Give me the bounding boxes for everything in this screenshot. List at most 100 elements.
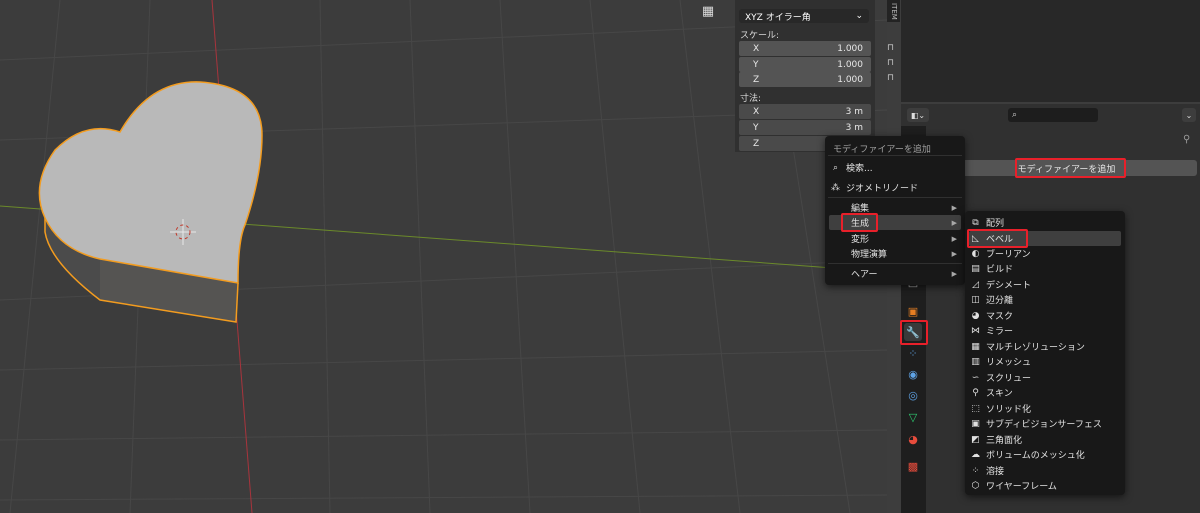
search-icon: ⌕ (832, 162, 839, 173)
menu-item-solidify[interactable]: ⬚ ソリッド化 (969, 401, 1121, 416)
particles-icon[interactable]: ⁘ (904, 344, 922, 362)
submenu-arrow-icon: ▶ (951, 218, 957, 227)
lock-icon[interactable]: ⊓ (887, 58, 899, 68)
menu-item-edge-split[interactable]: ◫ 辺分離 (969, 292, 1121, 307)
menu-item-label: 物理演算 (851, 250, 888, 260)
menu-item-label: 辺分離 (986, 296, 1014, 306)
menu-separator (828, 155, 962, 156)
menu-item-skin[interactable]: ⚲ スキン (969, 385, 1121, 400)
menu-item-label: ワイヤーフレーム (986, 482, 1057, 492)
dimension-y-field[interactable]: Y 3 m (739, 120, 871, 135)
menu-item-array[interactable]: ⧉ 配列 (969, 215, 1121, 230)
menu-item-volume-to-mesh[interactable]: ☁ ボリュームのメッシュ化 (969, 447, 1121, 462)
menu-item-hair[interactable]: ヘアー ▶ (829, 266, 961, 281)
menu-item-remesh[interactable]: ▥ リメッシュ (969, 354, 1121, 369)
texture-icon[interactable]: ▩ (904, 457, 922, 475)
menu-item-search[interactable]: ⌕ 検索... (829, 160, 961, 175)
menu-item-label: 三角面化 (986, 436, 1023, 446)
menu-item-label: 生成 (851, 219, 870, 229)
axis-label: Z (753, 138, 760, 149)
menu-item-label: マルチレゾリューション (986, 343, 1085, 353)
menu-item-edit[interactable]: 編集 ▶ (829, 200, 961, 215)
object-icon[interactable]: ▣ (904, 302, 922, 320)
rotation-mode-select[interactable]: XYZ オイラー角 ⌄ (739, 9, 869, 23)
submenu-arrow-icon: ▶ (951, 249, 957, 258)
menu-item-label: デシメート (986, 281, 1032, 291)
menu-item-triangulate[interactable]: ◩ 三角面化 (969, 432, 1121, 447)
triangulate-icon: ◩ (971, 434, 980, 445)
menu-title: モディファイアーを追加 (833, 145, 931, 155)
wireframe-icon: ⬡ (971, 480, 980, 491)
menu-item-mask[interactable]: ◕ マスク (969, 308, 1121, 323)
screw-icon: ∽ (971, 372, 980, 383)
sidebar-tab-item[interactable]: ITEM (887, 0, 900, 22)
axis-label: X (753, 43, 760, 54)
editor-type-icon[interactable]: ◧⌄ (907, 108, 929, 122)
lock-icon[interactable]: ⊓ (887, 43, 899, 53)
multires-icon: ▦ (971, 341, 980, 352)
dimensions-label: 寸法: (740, 94, 762, 104)
menu-item-label: ミラー (986, 327, 1014, 337)
axis-label: X (753, 106, 760, 117)
solidify-icon: ⬚ (971, 403, 980, 414)
menu-item-bevel[interactable]: ◺ ベベル (969, 231, 1121, 246)
menu-item-boolean[interactable]: ◐ ブーリアン (969, 246, 1121, 261)
boolean-icon: ◐ (971, 248, 980, 259)
submenu-arrow-icon: ▶ (951, 234, 957, 243)
menu-item-label: 検索... (846, 164, 873, 174)
scale-label: スケール: (740, 31, 780, 41)
menu-item-label: ソリッド化 (986, 405, 1032, 415)
menu-item-label: サブディビジョンサーフェス (986, 420, 1102, 430)
menu-item-wireframe[interactable]: ⬡ ワイヤーフレーム (969, 478, 1121, 493)
object-data-icon[interactable]: ▽ (904, 408, 922, 426)
geometry-nodes-icon: ⁂ (831, 182, 840, 193)
decimate-icon: ◿ (972, 279, 979, 290)
menu-item-geometry-nodes[interactable]: ⁂ ジオメトリノード (829, 180, 961, 195)
field-value: 3 m (845, 106, 863, 117)
menu-item-deform[interactable]: 変形 ▶ (829, 231, 961, 246)
outliner[interactable] (901, 0, 1200, 102)
menu-item-weld[interactable]: ⁘ 溶接 (969, 463, 1121, 478)
edge-split-icon: ◫ (971, 294, 980, 305)
menu-item-mirror[interactable]: ⋈ ミラー (969, 323, 1121, 338)
menu-item-label: 編集 (851, 204, 870, 214)
field-value: 1.000 (837, 74, 863, 85)
menu-separator (828, 263, 962, 264)
menu-separator (828, 197, 962, 198)
menu-item-physics[interactable]: 物理演算 ▶ (829, 246, 961, 261)
rotation-mode-value: XYZ オイラー角 (745, 12, 811, 23)
menu-item-label: ジオメトリノード (846, 184, 919, 194)
constraints-icon[interactable]: ◎ (904, 386, 922, 404)
mirror-icon: ⋈ (971, 325, 980, 336)
scale-z-field[interactable]: Z 1.000 (739, 72, 871, 87)
menu-item-generate[interactable]: 生成 ▶ (829, 215, 961, 230)
lock-icon[interactable]: ⊓ (887, 73, 899, 83)
field-value: 1.000 (837, 43, 863, 54)
axis-label: Y (753, 59, 759, 70)
subdivision-icon: ▣ (971, 418, 980, 429)
axis-label: Y (753, 122, 759, 133)
menu-item-build[interactable]: ▤ ビルド (969, 261, 1121, 276)
field-value: 1.000 (837, 59, 863, 70)
menu-item-label: スキン (986, 389, 1013, 399)
build-icon: ▤ (971, 263, 980, 274)
skin-icon: ⚲ (972, 387, 979, 398)
menu-item-multires[interactable]: ▦ マルチレゾリューション (969, 339, 1121, 354)
menu-item-decimate[interactable]: ◿ デシメート (969, 277, 1121, 292)
menu-item-label: ヘアー (851, 270, 878, 280)
scale-x-field[interactable]: X 1.000 (739, 41, 871, 56)
add-modifier-button[interactable]: モディファイアーを追加 (936, 160, 1197, 176)
search-icon[interactable]: ⌕ (1008, 108, 1098, 122)
menu-item-subdivision-surface[interactable]: ▣ サブディビジョンサーフェス (969, 416, 1121, 431)
menu-item-screw[interactable]: ∽ スクリュー (969, 370, 1121, 385)
grid-icon[interactable]: ▦ (697, 0, 719, 22)
submenu-arrow-icon: ▶ (951, 269, 957, 278)
scale-y-field[interactable]: Y 1.000 (739, 57, 871, 72)
material-icon[interactable]: ◕ (904, 430, 922, 448)
field-value: 3 m (845, 122, 863, 133)
wrench-icon[interactable]: 🔧 (904, 323, 922, 341)
chevron-down-icon[interactable]: ⌄ (1182, 108, 1196, 122)
dimension-x-field[interactable]: X 3 m (739, 104, 871, 119)
pin-icon[interactable]: ⚲ (1183, 134, 1190, 145)
physics-icon[interactable]: ◉ (904, 365, 922, 383)
